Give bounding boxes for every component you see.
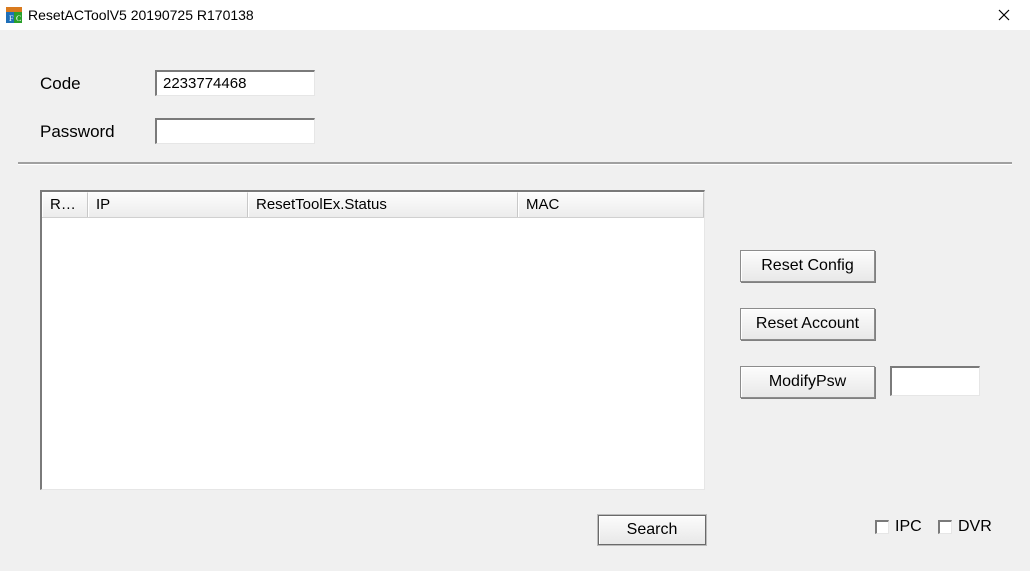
column-status[interactable]: ResetToolEx.Status	[248, 192, 518, 217]
client-area: Code 2233774468 Password Re... IP ResetT…	[0, 30, 1030, 571]
password-input[interactable]	[163, 122, 308, 141]
column-mac[interactable]: MAC	[518, 192, 704, 217]
code-label: Code	[40, 74, 81, 94]
table-header-row: Re... IP ResetToolEx.Status MAC	[42, 192, 704, 218]
checkbox-box-icon	[875, 520, 889, 534]
svg-text:C: C	[16, 14, 21, 23]
search-button[interactable]: Search	[598, 515, 706, 545]
ipc-checkbox-label: IPC	[895, 518, 922, 536]
code-display: 2233774468	[155, 70, 315, 96]
device-table[interactable]: Re... IP ResetToolEx.Status MAC	[40, 190, 705, 490]
window-title: ResetACToolV5 20190725 R170138	[28, 7, 254, 23]
column-re[interactable]: Re...	[42, 192, 88, 217]
dvr-checkbox-label: DVR	[958, 518, 992, 536]
close-button[interactable]	[984, 1, 1024, 29]
modify-psw-input-wrap	[890, 366, 980, 396]
column-ip[interactable]: IP	[88, 192, 248, 217]
titlebar: F C ResetACToolV5 20190725 R170138	[0, 0, 1030, 30]
reset-account-button[interactable]: Reset Account	[740, 308, 875, 340]
reset-config-button[interactable]: Reset Config	[740, 250, 875, 282]
password-input-wrap	[155, 118, 315, 144]
app-icon: F C	[6, 7, 22, 23]
separator	[18, 162, 1012, 164]
modify-psw-input[interactable]	[892, 368, 979, 395]
password-label: Password	[40, 122, 115, 142]
checkbox-box-icon	[938, 520, 952, 534]
svg-text:F: F	[9, 14, 14, 23]
modify-psw-button[interactable]: ModifyPsw	[740, 366, 875, 398]
dvr-checkbox[interactable]: DVR	[938, 518, 992, 536]
ipc-checkbox[interactable]: IPC	[875, 518, 922, 536]
